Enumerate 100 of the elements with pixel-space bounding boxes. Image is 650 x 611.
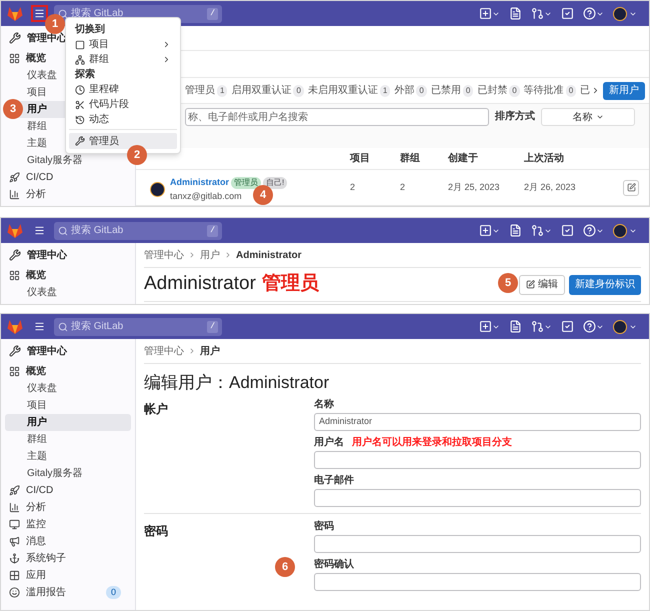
sidebar-item[interactable]: 概览 [26, 364, 46, 379]
sort-dropdown[interactable]: 名称 [541, 108, 635, 126]
sidebar-item[interactable]: Gitaly服务器 [5, 465, 131, 482]
filter-tab[interactable]: 管理员 1 [185, 83, 228, 98]
menu-heading: 探索 [74, 68, 96, 82]
apps-icon [9, 570, 20, 581]
user-name-link[interactable]: Administrator [170, 176, 230, 190]
sidebar-item[interactable]: 分析 [26, 187, 46, 202]
section-heading: 帐户 [144, 400, 168, 418]
filter-tab[interactable]: 未启用双重认证 1 [308, 83, 390, 98]
menu-item[interactable]: 管理员 [69, 133, 177, 149]
text-field[interactable] [314, 534, 641, 552]
sidebar-item[interactable]: 概览 [26, 51, 46, 66]
search-icon [58, 322, 68, 332]
page-title: 编辑用户：Administrator [144, 372, 330, 394]
help-icon[interactable] [583, 320, 596, 333]
sidebar-item[interactable]: 仪表盘 [5, 380, 131, 397]
filter-tab[interactable]: 启用双重认证 0 [231, 83, 304, 98]
smile-icon [9, 587, 20, 598]
sidebar-item[interactable]: 系统钩子 [26, 551, 66, 566]
plus-square-icon[interactable] [479, 224, 492, 237]
todo-icon[interactable] [561, 224, 574, 237]
sidebar-title[interactable]: 管理中心 [27, 248, 67, 262]
filter-tab[interactable]: 已禁用 0 [430, 83, 474, 98]
sidebar-item[interactable]: 主题 [5, 448, 131, 465]
edit-button[interactable]: 编辑 [519, 274, 565, 294]
breadcrumb-link[interactable]: 用户 [200, 344, 220, 358]
new-user-button[interactable]: 新用户 [603, 82, 645, 100]
plus-square-icon[interactable] [479, 320, 492, 333]
document-icon[interactable] [509, 7, 522, 20]
filter-tab[interactable]: 已 [580, 83, 590, 98]
document-icon[interactable] [509, 320, 522, 333]
text-field[interactable] [314, 450, 641, 468]
breadcrumb-link[interactable]: 管理中心 [144, 248, 184, 262]
sidebar-item[interactable]: 滥用报告 [26, 585, 66, 600]
column-header: 群组 [400, 152, 421, 166]
column-header: 项目 [350, 152, 371, 166]
sidebar-item[interactable]: 分析 [26, 500, 46, 515]
section-heading: 密码 [144, 522, 168, 540]
wrench-icon [75, 136, 85, 146]
menu-icon [34, 321, 45, 332]
merge-request-icon[interactable] [531, 7, 544, 20]
todo-icon[interactable] [561, 7, 574, 20]
sidebar-item[interactable]: CI/CD [26, 483, 54, 498]
text-field[interactable] [314, 572, 641, 590]
search-field[interactable]: 称、电子邮件或用户名搜索 [185, 108, 490, 126]
sidebar-item[interactable]: CI/CD [26, 170, 54, 185]
sidebar-item[interactable]: 监控 [26, 517, 46, 532]
sidebar-item[interactable]: 群组 [5, 431, 131, 448]
filter-tab[interactable]: 外部 0 [394, 83, 427, 98]
menu-item[interactable]: 群组 [69, 52, 177, 67]
sidebar-item[interactable]: 用户 [5, 414, 131, 431]
logo-icon[interactable] [7, 6, 23, 21]
text-field[interactable]: Administrator [314, 412, 641, 430]
search-input[interactable]: 搜索 GitLab [71, 319, 191, 334]
column-header: 创建于 [448, 152, 479, 166]
breadcrumb-link[interactable]: Administrator [236, 248, 302, 262]
help-icon[interactable] [583, 7, 596, 20]
new-identity-button[interactable]: 新建身份标识 [569, 274, 641, 294]
search-input[interactable]: 搜索 GitLab [71, 223, 191, 238]
bar-chart-icon [9, 502, 20, 513]
user-avatar[interactable] [613, 6, 627, 20]
chevron-down-icon [596, 113, 604, 121]
plus-square-icon[interactable] [479, 7, 492, 20]
shortcut-key: / [207, 320, 218, 332]
sidebar-item[interactable]: 项目 [5, 397, 131, 414]
breadcrumb-link[interactable]: 管理中心 [144, 344, 184, 358]
bar-chart-icon [9, 189, 20, 200]
chevron-right-icon[interactable] [591, 86, 600, 95]
sidebar-item[interactable]: 仪表盘 [5, 284, 131, 301]
sidebar-item[interactable]: 应用 [26, 568, 46, 583]
menu-item[interactable]: 代码片段 [69, 97, 177, 112]
filter-tab[interactable]: 已封禁 0 [477, 83, 520, 98]
sidebar-title[interactable]: 管理中心 [27, 344, 67, 358]
sidebar-item[interactable]: 消息 [26, 534, 46, 549]
field-label: 用户名 [314, 435, 344, 450]
user-avatar [150, 182, 165, 197]
logo-icon[interactable] [7, 319, 23, 334]
menu-icon [34, 8, 45, 19]
merge-request-icon[interactable] [531, 320, 544, 333]
text-field[interactable] [314, 488, 641, 506]
megaphone-icon [9, 536, 20, 547]
chevron-right-icon [188, 347, 196, 355]
document-icon[interactable] [509, 224, 522, 237]
menu-item[interactable]: 动态 [69, 112, 177, 127]
sort-label: 排序方式 [495, 109, 536, 124]
help-icon[interactable] [583, 224, 596, 237]
logo-icon[interactable] [7, 223, 23, 238]
todo-icon[interactable] [561, 320, 574, 333]
user-avatar[interactable] [613, 224, 627, 238]
sidebar-item[interactable]: 概览 [26, 268, 46, 283]
merge-request-icon[interactable] [531, 224, 544, 237]
user-avatar[interactable] [613, 320, 627, 334]
menu-item[interactable]: 项目 [69, 37, 177, 52]
filter-tab[interactable]: 等待批准 0 [524, 83, 576, 98]
menu-item[interactable]: 里程碑 [69, 82, 177, 97]
field-label: 名称 [314, 398, 334, 412]
edit-button[interactable] [623, 180, 639, 196]
search-input[interactable]: 搜索 GitLab [71, 6, 191, 21]
breadcrumb-link[interactable]: 用户 [200, 248, 220, 262]
